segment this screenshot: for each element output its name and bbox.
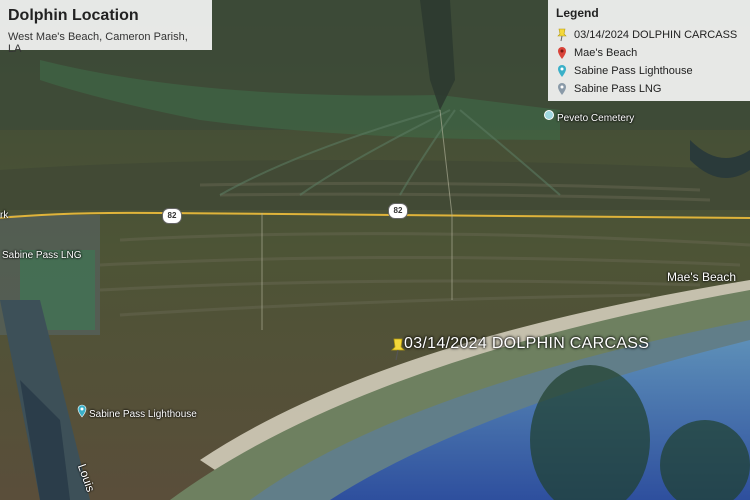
map-title: Dolphin Location (8, 7, 139, 24)
teal-pin-icon (558, 65, 566, 77)
highway-82-shield-west: 82 (162, 208, 182, 224)
legend-item-lighthouse[interactable]: Sabine Pass Lighthouse (556, 62, 742, 80)
legend-panel: Legend 03/14/2024 DOLPHIN CARCASS Mae's … (548, 0, 750, 101)
legend-item-lng[interactable]: Sabine Pass LNG (556, 80, 742, 98)
lighthouse-pin-icon[interactable] (76, 404, 88, 418)
legend-item-maes-beach[interactable]: Mae's Beach (556, 44, 742, 62)
legend-label: Mae's Beach (574, 47, 638, 59)
legend-label: 03/14/2024 DOLPHIN CARCASS (574, 29, 738, 41)
map-subtitle: West Mae's Beach, Cameron Parish, LA (8, 31, 188, 55)
yellow-pushpin-icon (557, 28, 567, 42)
cemetery-pin-icon[interactable] (544, 110, 554, 122)
peveto-cemetery-label: Peveto Cemetery (557, 113, 635, 124)
maes-beach-label: Mae's Beach (667, 270, 736, 284)
gray-pin-icon (558, 83, 566, 95)
edge-label: rk (0, 210, 9, 221)
dolphin-carcass-label: 03/14/2024 DOLPHIN CARCASS (404, 335, 650, 352)
legend-label: Sabine Pass LNG (574, 83, 662, 95)
legend-label: Sabine Pass Lighthouse (574, 65, 693, 77)
sabine-pass-lng-label: Sabine Pass LNG (2, 250, 82, 261)
sabine-pass-lighthouse-label: Sabine Pass Lighthouse (89, 409, 197, 420)
red-pin-icon (558, 47, 566, 59)
legend-title: Legend (556, 6, 599, 20)
legend-item-carcass[interactable]: 03/14/2024 DOLPHIN CARCASS (556, 26, 742, 44)
highway-82-shield-east: 82 (388, 203, 408, 219)
satellite-map[interactable]: Dolphin Location West Mae's Beach, Camer… (0, 0, 750, 500)
map-title-panel: Dolphin Location West Mae's Beach, Camer… (0, 0, 212, 55)
